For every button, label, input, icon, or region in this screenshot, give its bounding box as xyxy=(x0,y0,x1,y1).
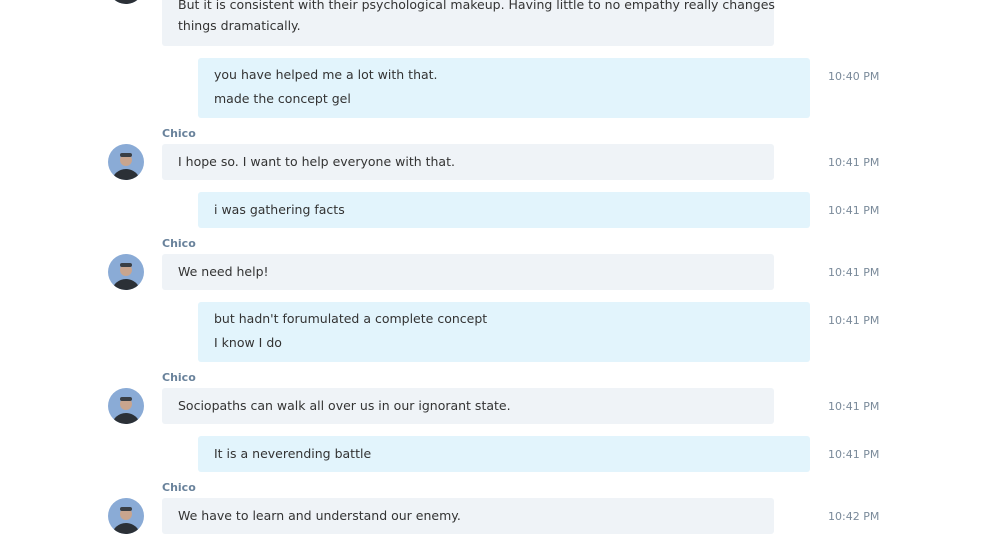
message-bubble-incoming[interactable]: We need help! xyxy=(162,254,774,290)
message-text: We need help! xyxy=(178,264,269,279)
message-text: made the concept gel xyxy=(214,91,351,106)
message-timestamp: 10:41 PM xyxy=(828,266,880,279)
message-text: It is a neverending battle xyxy=(214,446,372,461)
message-bubble-outgoing[interactable]: It is a neverending battle xyxy=(198,436,810,472)
message-bubble-incoming[interactable]: But it is consistent with their psycholo… xyxy=(162,0,775,46)
message-bubble-incoming[interactable]: Sociopaths can walk all over us in our i… xyxy=(162,388,774,424)
message-bubble-outgoing[interactable]: but hadn't forumulated a complete concep… xyxy=(198,302,810,362)
message-text: We have to learn and understand our enem… xyxy=(178,508,461,523)
message-timestamp: 10:41 PM xyxy=(828,448,880,461)
message-timestamp: 10:42 PM xyxy=(828,510,880,523)
message-text: i was gathering facts xyxy=(214,202,345,217)
message-bubble-outgoing[interactable]: you have helped me a lot with that. made… xyxy=(198,58,810,118)
message-timestamp: 10:40 PM xyxy=(828,70,880,83)
message-text: but hadn't forumulated a complete concep… xyxy=(214,311,488,326)
message-bubble-incoming[interactable]: I hope so. I want to help everyone with … xyxy=(162,144,774,180)
sender-name: Chico xyxy=(162,481,196,494)
message-timestamp: 10:41 PM xyxy=(828,156,880,169)
message-timestamp: 10:41 PM xyxy=(828,314,880,327)
contact-avatar[interactable] xyxy=(108,144,144,180)
contact-avatar[interactable] xyxy=(108,388,144,424)
message-bubble-outgoing[interactable]: i was gathering facts xyxy=(198,192,810,228)
sender-name: Chico xyxy=(162,127,196,140)
message-timestamp: 10:41 PM xyxy=(828,400,880,413)
sender-name: Chico xyxy=(162,237,196,250)
sender-name: Chico xyxy=(162,371,196,384)
contact-avatar[interactable] xyxy=(108,0,144,4)
message-timestamp: 10:41 PM xyxy=(828,204,880,217)
message-text: Sociopaths can walk all over us in our i… xyxy=(178,398,511,413)
message-bubble-incoming[interactable]: We have to learn and understand our enem… xyxy=(162,498,774,534)
chat-history[interactable]: But it is consistent with their psycholo… xyxy=(0,0,983,538)
message-text: you have helped me a lot with that. xyxy=(214,67,438,82)
message-text: things dramatically. xyxy=(178,18,301,33)
message-text: I hope so. I want to help everyone with … xyxy=(178,154,455,169)
contact-avatar[interactable] xyxy=(108,498,144,534)
message-text: I know I do xyxy=(214,335,282,350)
message-text: But it is consistent with their psycholo… xyxy=(178,0,775,12)
contact-avatar[interactable] xyxy=(108,254,144,290)
